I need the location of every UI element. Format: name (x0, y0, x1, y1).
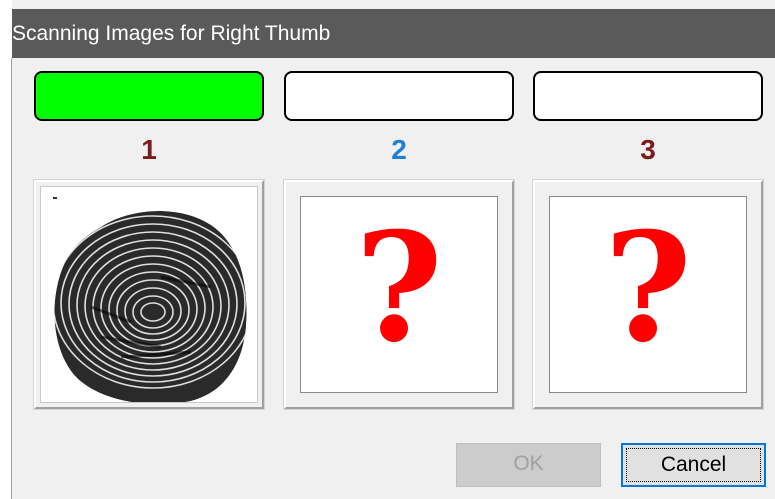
scan-3-progress (533, 71, 763, 121)
scan-1-number: 1 (141, 134, 157, 165)
question-mark-icon: ? (355, 200, 443, 376)
title-bar[interactable]: Scanning Images for Right Thumb (12, 9, 775, 58)
scan-dialog: Scanning Images for Right Thumb 1 2 3 ? … (0, 0, 775, 499)
scan-3-frame: ? (533, 180, 763, 409)
scan-3-number: 3 (640, 134, 656, 165)
window-title: Scanning Images for Right Thumb (12, 22, 331, 45)
window-left-border (11, 58, 12, 499)
scan-3-placeholder: ? (549, 196, 747, 393)
scan-1-frame (34, 180, 264, 409)
scan-2-number: 2 (391, 134, 407, 165)
scan-2-frame: ? (284, 180, 514, 409)
ok-button[interactable]: OK (456, 443, 601, 487)
scan-2-placeholder: ? (300, 196, 498, 393)
cancel-button-label: Cancel (626, 448, 761, 482)
cancel-button[interactable]: Cancel (621, 443, 766, 487)
fingerprint-image (40, 186, 258, 403)
fingerprint-graphic (41, 187, 257, 402)
scan-1-progress (34, 71, 264, 121)
question-mark-icon: ? (604, 200, 692, 376)
scan-2-progress (284, 71, 514, 121)
